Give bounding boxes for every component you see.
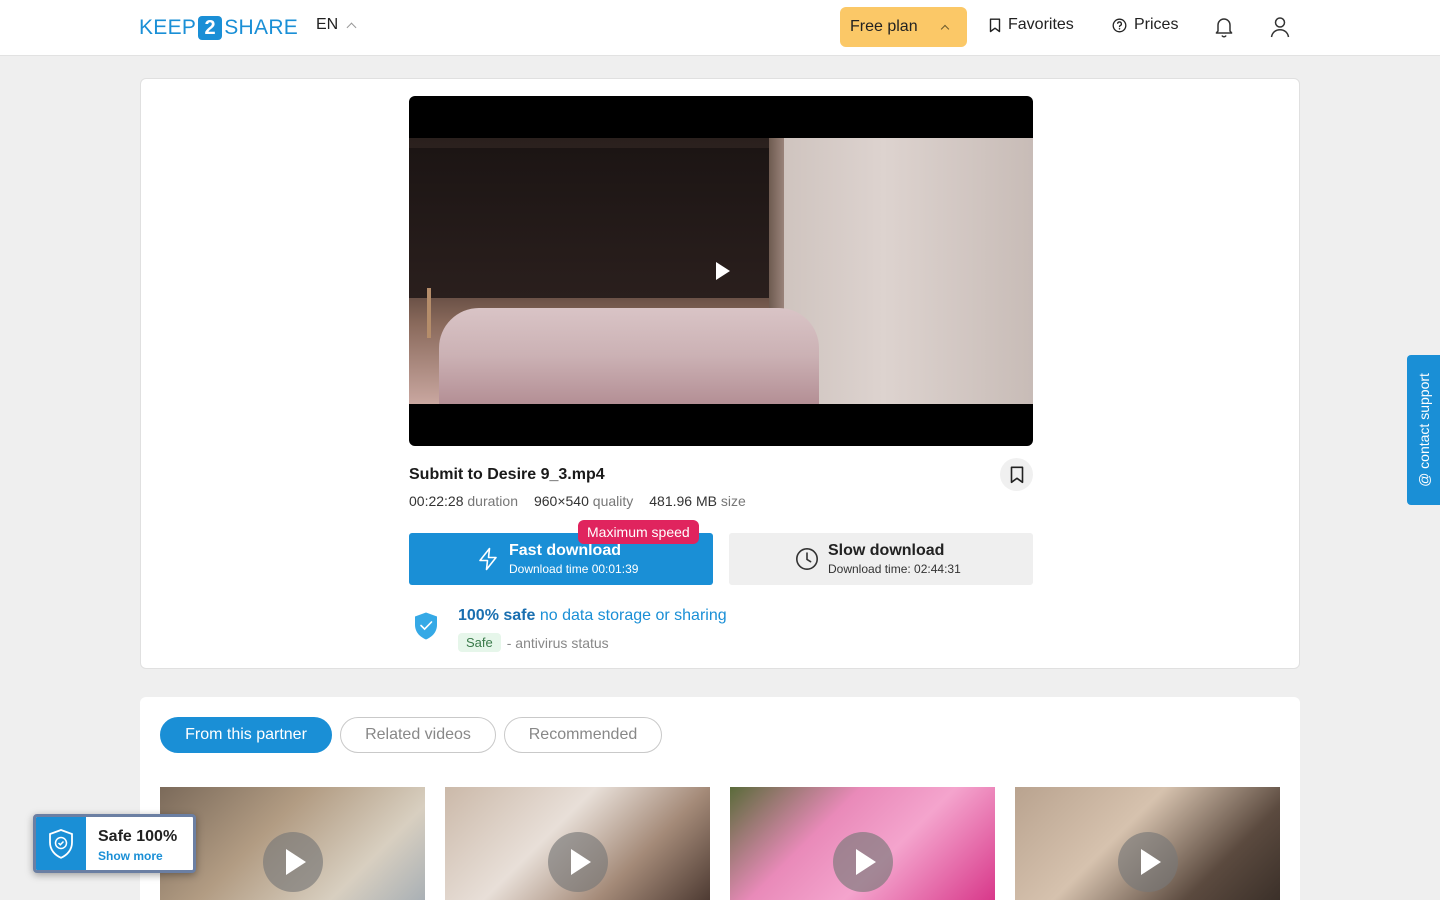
fast-download-time: Download time 00:01:39 — [509, 562, 639, 576]
language-selector[interactable]: EN — [316, 16, 357, 34]
chevron-up-icon — [346, 22, 357, 33]
help-circle-icon — [1112, 18, 1127, 32]
prices-link[interactable]: Prices — [1112, 16, 1178, 34]
maximum-speed-badge: Maximum speed — [578, 520, 699, 544]
frame-bed — [439, 308, 819, 404]
file-card: Submit to Desire 9_3.mp4 00:22:28 durati… — [140, 78, 1300, 669]
safe-strong: 100% safe — [458, 607, 536, 624]
tab-related-videos[interactable]: Related videos — [340, 717, 496, 753]
quality-label: quality — [592, 493, 634, 509]
logo-share: SHARE — [224, 16, 299, 39]
slow-download-button[interactable]: Slow download Download time: 02:44:31 — [729, 533, 1033, 585]
meta-size: 481.96 MB size — [649, 493, 746, 509]
shield-check-icon — [49, 828, 73, 859]
antivirus-label: - antivirus status — [506, 634, 609, 651]
frame-headboard — [409, 148, 769, 298]
slow-download-time: Download time: 02:44:31 — [828, 562, 961, 576]
slow-download-label: Slow download — [828, 542, 945, 559]
play-icon — [548, 832, 608, 892]
fast-download-label: Fast download — [509, 542, 621, 559]
meta-quality: 960×540 quality — [534, 493, 633, 509]
keep2share-logo[interactable]: KEEP 2 SHARE — [139, 14, 298, 42]
prices-label: Prices — [1134, 16, 1179, 33]
safety-statement: 100% safe no data storage or sharing — [458, 607, 727, 625]
video-player[interactable] — [409, 96, 1033, 446]
logo-keep: KEEP — [139, 16, 197, 39]
duration-label: duration — [467, 493, 518, 509]
file-meta: 00:22:28 duration 960×540 quality 481.96… — [409, 493, 746, 509]
size-label: size — [720, 493, 746, 509]
logo-two: 2 — [198, 16, 223, 40]
shield-check-icon — [415, 612, 437, 640]
safe-widget-title: Safe 100% — [98, 828, 178, 845]
top-header: KEEP 2 SHARE EN Free plan Favorites Prices — [0, 0, 1440, 56]
tab-from-this-partner[interactable]: From this partner — [160, 717, 332, 753]
video-suggestions: From this partner Related videos Recomme… — [140, 697, 1300, 900]
antivirus-status: Safe - antivirus status — [458, 633, 609, 652]
meta-duration: 00:22:28 duration — [409, 493, 518, 509]
shield-box — [36, 817, 86, 870]
frame-wall — [784, 138, 1033, 404]
play-icon — [263, 832, 323, 892]
tab-recommended[interactable]: Recommended — [504, 717, 662, 753]
file-title: Submit to Desire 9_3.mp4 — [409, 466, 605, 483]
frame-lamp — [427, 288, 431, 338]
video-thumbnail[interactable] — [1015, 787, 1280, 900]
bookmark-icon — [1010, 466, 1023, 483]
add-to-favorites-button[interactable] — [1000, 458, 1033, 491]
play-icon — [1118, 832, 1178, 892]
user-icon[interactable] — [1270, 16, 1290, 38]
video-thumbnail[interactable] — [730, 787, 995, 900]
duration-value: 00:22:28 — [409, 493, 464, 509]
favorites-label: Favorites — [1008, 16, 1074, 33]
no-data-storage-link[interactable]: no data storage or sharing — [540, 607, 727, 624]
bell-icon[interactable] — [1214, 16, 1234, 38]
quality-value: 960×540 — [533, 493, 589, 509]
contact-support-tab[interactable]: @ contact support — [1407, 355, 1440, 505]
size-value: 481.96 MB — [649, 493, 717, 509]
free-plan-button[interactable]: Free plan — [840, 7, 967, 47]
plan-label: Free plan — [850, 18, 918, 35]
favorites-link[interactable]: Favorites — [989, 16, 1074, 34]
chevron-up-icon — [940, 24, 950, 34]
antivirus-safe-badge: Safe — [458, 633, 501, 652]
video-thumbnail[interactable] — [160, 787, 425, 900]
bookmark-icon — [989, 18, 1001, 32]
safe-100-widget[interactable]: Safe 100% Show more — [33, 814, 196, 873]
language-label: EN — [316, 16, 339, 33]
video-thumbnail[interactable] — [445, 787, 710, 900]
play-icon[interactable] — [716, 262, 730, 280]
contact-support-label: @ contact support — [1415, 373, 1432, 487]
lightning-icon — [479, 547, 497, 571]
show-more-link[interactable]: Show more — [98, 849, 163, 863]
clock-icon — [796, 548, 818, 570]
play-icon — [833, 832, 893, 892]
